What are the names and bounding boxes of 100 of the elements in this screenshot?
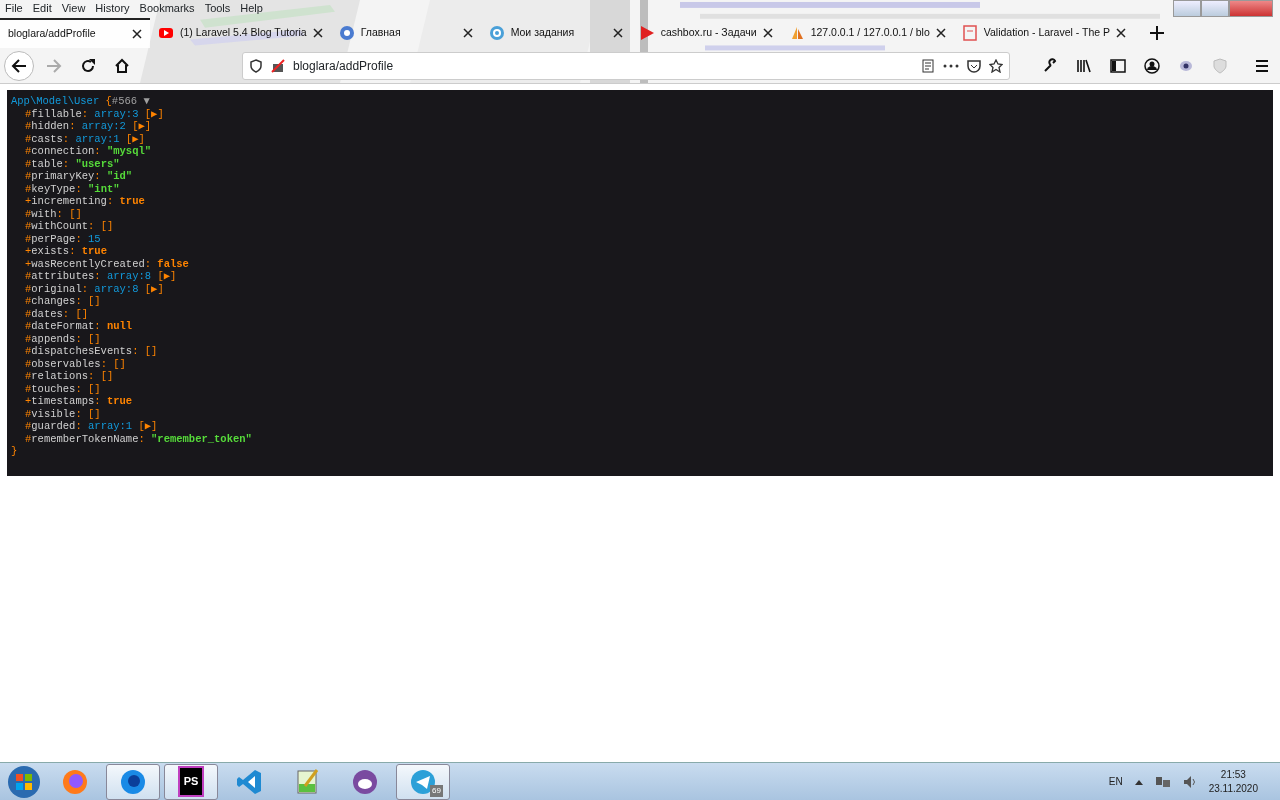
colon: : — [138, 432, 145, 445]
property-value: array:3 — [94, 107, 139, 120]
property-name: connection — [31, 145, 95, 158]
taskbar-button[interactable]: PS — [164, 763, 218, 800]
tab[interactable]: Validation - Laravel - The P — [953, 18, 1135, 48]
property-value: [] — [88, 407, 101, 420]
property-value: 15 — [88, 232, 101, 245]
colon: : — [94, 320, 101, 333]
visibility-mark: # — [25, 182, 32, 195]
menu-icon[interactable] — [1254, 58, 1270, 74]
visibility-mark: # — [25, 420, 32, 433]
visibility-mark: # — [25, 157, 32, 170]
menu-item[interactable]: Edit — [32, 0, 52, 16]
star-icon[interactable] — [989, 59, 1003, 73]
close-icon[interactable] — [312, 28, 323, 38]
close-icon[interactable] — [1116, 28, 1127, 38]
expand-toggle[interactable]: [▶] — [138, 420, 158, 433]
back-icon[interactable] — [11, 58, 27, 74]
colon: : — [75, 232, 82, 245]
menu-item[interactable]: Help — [240, 0, 263, 16]
visibility-mark: # — [25, 282, 32, 295]
property-value: array:8 — [94, 282, 139, 295]
colon: : — [100, 357, 107, 370]
visibility-mark: + — [25, 195, 32, 208]
property-value: "mysql" — [106, 145, 152, 158]
clock-date[interactable]: 23.11.2020 — [1208, 781, 1258, 796]
colon: : — [75, 332, 82, 345]
visibility-mark: # — [25, 382, 32, 395]
property-name: relations — [31, 370, 89, 383]
visibility-mark: # — [25, 220, 32, 233]
property-value: [] — [75, 307, 89, 320]
property-value: [] — [88, 295, 101, 308]
tab[interactable]: cashbox.ru - Задачи — [630, 18, 781, 48]
visibility-mark: + — [25, 245, 32, 258]
video-icon — [158, 25, 174, 41]
close-icon[interactable] — [132, 29, 142, 39]
home-icon[interactable] — [114, 58, 130, 74]
menu-item[interactable]: Bookmarks — [139, 0, 195, 16]
close-icon[interactable] — [612, 28, 623, 38]
taskbar-button[interactable]: 69 — [396, 763, 450, 800]
clock-time[interactable]: 21:53 — [1208, 767, 1258, 782]
taskbar-button[interactable] — [106, 763, 160, 800]
address-field[interactable]: bloglara/addProfile — [242, 52, 1010, 80]
expand-toggle[interactable]: [▶] — [144, 282, 164, 295]
property-value: false — [157, 257, 189, 270]
property-name: wasRecentlyCreated — [31, 257, 145, 270]
expand-toggle[interactable]: [▶] — [125, 132, 145, 145]
property-value: true — [119, 195, 145, 208]
expand-toggle[interactable]: [▶] — [144, 107, 164, 120]
visibility-mark: # — [25, 295, 32, 308]
volume-icon[interactable] — [1182, 774, 1197, 789]
tab[interactable]: (1) Laravel 5.4 Blog Tutoria — [150, 18, 331, 48]
expand-toggle[interactable]: [▶] — [157, 270, 177, 283]
menu-item[interactable]: File — [5, 0, 23, 16]
property-value: "remember_token" — [151, 432, 252, 445]
browser-icon — [119, 767, 147, 796]
reader-view-icon[interactable] — [921, 59, 935, 73]
sidebar-icon[interactable] — [1110, 58, 1126, 74]
menu-item[interactable]: History — [95, 0, 130, 16]
reload-icon[interactable] — [80, 58, 96, 74]
chevron-up-icon[interactable] — [1134, 778, 1143, 785]
library-icon[interactable] — [1076, 58, 1092, 74]
property-value: [] — [144, 345, 158, 358]
expand-toggle[interactable]: [▶] — [132, 120, 152, 133]
language-indicator[interactable]: EN — [1108, 774, 1123, 789]
property-name: casts — [31, 132, 63, 145]
property-value: [] — [69, 207, 82, 220]
close-icon[interactable] — [462, 28, 473, 38]
more-icon[interactable] — [943, 63, 959, 69]
property-name: attributes — [31, 270, 95, 283]
property-value: true — [81, 245, 107, 258]
colon: : — [75, 420, 82, 433]
colon: : — [69, 245, 76, 258]
visibility-mark: # — [25, 307, 32, 320]
account-icon[interactable] — [1144, 58, 1160, 74]
tab[interactable]: 127.0.0.1 / 127.0.0.1 / blo — [780, 18, 954, 48]
visibility-mark: # — [25, 345, 32, 358]
network-icon[interactable] — [1154, 774, 1171, 789]
close-icon[interactable] — [762, 28, 773, 38]
colon: : — [62, 132, 70, 145]
new-tab-icon[interactable] — [1150, 26, 1165, 40]
colon: : — [132, 345, 139, 358]
colon: : — [62, 307, 70, 320]
colon: : — [94, 145, 101, 158]
tab[interactable]: Главная — [330, 18, 481, 48]
eye-icon[interactable] — [1178, 58, 1194, 74]
visibility-mark: # — [25, 320, 32, 333]
colon: : — [88, 220, 95, 233]
tab[interactable]: Мои задания — [480, 18, 631, 48]
menu-item[interactable]: View — [61, 0, 86, 16]
toggle-arrow[interactable]: ▼ — [143, 95, 150, 108]
menu-item[interactable]: Tools — [204, 0, 231, 16]
object-id: #566 — [111, 95, 138, 108]
close-icon[interactable] — [935, 28, 946, 38]
property-name: visible — [31, 407, 76, 420]
wrench-icon[interactable] — [1042, 58, 1058, 74]
pocket-icon[interactable] — [967, 59, 981, 73]
tab[interactable]: bloglara/addProfile — [0, 18, 150, 48]
cat-icon — [351, 767, 379, 796]
firefox-icon — [61, 767, 89, 796]
